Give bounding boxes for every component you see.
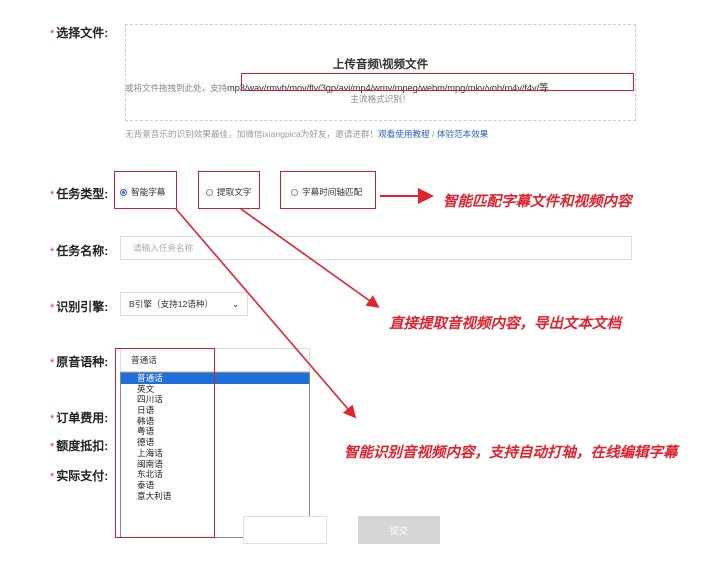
annotation-extract-text: 直接提取音视频内容，导出文本文档 (389, 316, 621, 332)
arrow-to-annotation-2 (240, 208, 380, 308)
annotation-smart-subtitle: 智能识别音视频内容，支持自动打轴，在线编辑字幕 (344, 445, 678, 461)
annotation-arrows (175, 188, 434, 419)
arrow-to-annotation-3 (175, 208, 357, 419)
annotation-smart-match: 智能匹配字幕文件和视频内容 (443, 194, 632, 210)
